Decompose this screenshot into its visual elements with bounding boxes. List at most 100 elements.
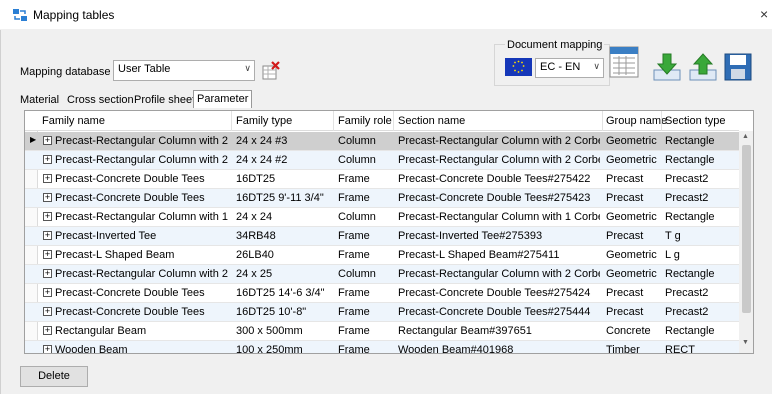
table-row[interactable]: + Precast-Concrete Double Tees 16DT25 9'-1… [25,189,739,208]
cell-family-role[interactable]: Frame [338,344,391,353]
cell-family-role[interactable]: Column [338,154,391,166]
cell-family-role[interactable]: Frame [338,230,391,242]
table-view-button[interactable] [609,46,639,78]
tab-material[interactable]: Material [17,92,62,108]
cell-section-name[interactable]: Precast-Concrete Double Tees#275423 [398,192,600,204]
expand-icon[interactable]: + [43,345,52,353]
cell-section-name[interactable]: Precast-Rectangular Column with 2 Corbel… [398,154,600,166]
cell-section-name[interactable]: Precast-Concrete Double Tees#275422 [398,173,600,185]
scrollbar-thumb[interactable] [742,145,751,313]
document-mapping-select[interactable]: EC - EN ∨ [535,58,604,78]
cell-section-type[interactable]: L g [665,249,735,261]
expand-icon[interactable]: + [43,307,52,316]
cell-group-name[interactable]: Precast [606,230,660,242]
tab-parameter[interactable]: Parameter [193,90,253,108]
cell-family-type[interactable]: 300 x 500mm [236,325,331,337]
cell-section-type[interactable]: RECT [665,344,735,353]
cell-family-role[interactable]: Column [338,211,391,223]
cell-section-type[interactable]: Precast2 [665,306,735,318]
cell-section-type[interactable]: Precast2 [665,287,735,299]
cell-family-type[interactable]: 24 x 24 #2 [236,154,331,166]
table-row[interactable]: + Precast-Concrete Double Tees 16DT25 14'-… [25,284,739,303]
scroll-down-icon[interactable]: ▼ [742,339,749,346]
cell-family-type[interactable]: 16DT25 9'-11 3/4" [236,192,331,204]
cell-family-name[interactable]: Precast-Concrete Double Tees [55,287,229,299]
cell-family-name[interactable]: Precast-Rectangular Column with 2 Co... [55,268,229,280]
cell-section-name[interactable]: Precast-L Shaped Beam#275411 [398,249,600,261]
cell-family-name[interactable]: Wooden Beam [55,344,229,353]
cell-section-type[interactable]: T g [665,230,735,242]
cell-section-type[interactable]: Rectangle [665,325,735,337]
cell-family-role[interactable]: Frame [338,249,391,261]
column-header-section-name[interactable]: Section name [398,115,465,127]
cell-family-role[interactable]: Frame [338,306,391,318]
table-row[interactable]: +Precast-Rectangular Column with 1 Co...… [25,208,739,227]
cell-family-name[interactable]: Precast-Concrete Double Tees [55,306,229,318]
cell-family-role[interactable]: Column [338,135,391,147]
expand-icon[interactable]: + [43,231,52,240]
scroll-up-icon[interactable]: ▲ [742,133,749,140]
cell-family-type[interactable]: 24 x 24 #3 [236,135,331,147]
column-header-family-name[interactable]: Family name [42,115,105,127]
table-row[interactable]: + Precast-Inverted Tee 34RB48 Frame Precast-… [25,227,739,246]
vertical-scrollbar[interactable]: ▲ ▼ [739,131,753,353]
table-row[interactable]: +Precast-Rectangular Column with 2 Co...… [25,265,739,284]
cell-section-name[interactable]: Precast-Rectangular Column with 2 Corbel… [398,268,600,280]
column-header-family-type[interactable]: Family type [236,115,292,127]
cell-section-name[interactable]: Precast-Rectangular Column with 2 Corbel… [398,135,600,147]
cell-group-name[interactable]: Precast [606,192,660,204]
tab-profile-sheet[interactable]: Profile sheet [131,92,198,108]
cell-family-name[interactable]: Rectangular Beam [55,325,229,337]
cell-section-type[interactable]: Precast2 [665,173,735,185]
cell-family-name[interactable]: Precast-Inverted Tee [55,230,229,242]
cell-section-name[interactable]: Rectangular Beam#397651 [398,325,600,337]
delete-table-icon[interactable] [260,60,282,82]
table-row[interactable]: + Wooden Beam 100 x 250mm Frame Wooden Beam#… [25,341,739,353]
cell-family-name[interactable]: Precast-Concrete Double Tees [55,192,229,204]
cell-family-type[interactable]: 34RB48 [236,230,331,242]
table-row[interactable]: +Precast-Rectangular Column with 2 Co...… [25,151,739,170]
cell-group-name[interactable]: Timber [606,344,660,353]
cell-section-name[interactable]: Precast-Concrete Double Tees#275444 [398,306,600,318]
cell-family-name[interactable]: Precast-L Shaped Beam [55,249,229,261]
column-header-family-role[interactable]: Family role [338,115,392,127]
cell-section-type[interactable]: Precast2 [665,192,735,204]
cell-family-role[interactable]: Column [338,268,391,280]
cell-family-role[interactable]: Frame [338,173,391,185]
cell-group-name[interactable]: Geometric [606,268,660,280]
cell-section-type[interactable]: Rectangle [665,211,735,223]
cell-family-role[interactable]: Frame [338,287,391,299]
cell-group-name[interactable]: Concrete [606,325,660,337]
cell-family-type[interactable]: 16DT25 10'-8" [236,306,331,318]
cell-family-type[interactable]: 16DT25 [236,173,331,185]
cell-family-type[interactable]: 24 x 25 [236,268,331,280]
cell-group-name[interactable]: Geometric [606,135,660,147]
table-row[interactable]: + Rectangular Beam 300 x 500mm Frame Rectang… [25,322,739,341]
cell-group-name[interactable]: Geometric [606,249,660,261]
cell-family-role[interactable]: Frame [338,325,391,337]
cell-group-name[interactable]: Precast [606,287,660,299]
cell-family-type[interactable]: 100 x 250mm [236,344,331,353]
cell-family-name[interactable]: Precast-Rectangular Column with 1 Co... [55,211,229,223]
expand-icon[interactable]: + [43,174,52,183]
column-header-group-name[interactable]: Group name [606,115,667,127]
expand-icon[interactable]: + [43,136,52,145]
cell-family-type[interactable]: 24 x 24 [236,211,331,223]
cell-family-name[interactable]: Precast-Concrete Double Tees [55,173,229,185]
cell-group-name[interactable]: Geometric [606,154,660,166]
column-header-section-type[interactable]: Section type [665,115,726,127]
cell-family-type[interactable]: 26LB40 [236,249,331,261]
export-icon[interactable] [688,52,718,82]
table-row[interactable]: + Precast-L Shaped Beam 26LB40 Frame Precast… [25,246,739,265]
table-row[interactable]: ▶ +Precast-Rectangular Column with 2 Co..… [25,132,739,151]
delete-button[interactable]: Delete [20,366,88,387]
expand-icon[interactable]: + [43,155,52,164]
mapping-database-select[interactable]: User Table ∨ [113,60,255,81]
cell-section-name[interactable]: Precast-Rectangular Column with 1 Corbel… [398,211,600,223]
cell-section-name[interactable]: Precast-Inverted Tee#275393 [398,230,600,242]
cell-family-role[interactable]: Frame [338,192,391,204]
cell-group-name[interactable]: Geometric [606,211,660,223]
expand-icon[interactable]: + [43,193,52,202]
expand-icon[interactable]: + [43,250,52,259]
cell-section-type[interactable]: Rectangle [665,268,735,280]
